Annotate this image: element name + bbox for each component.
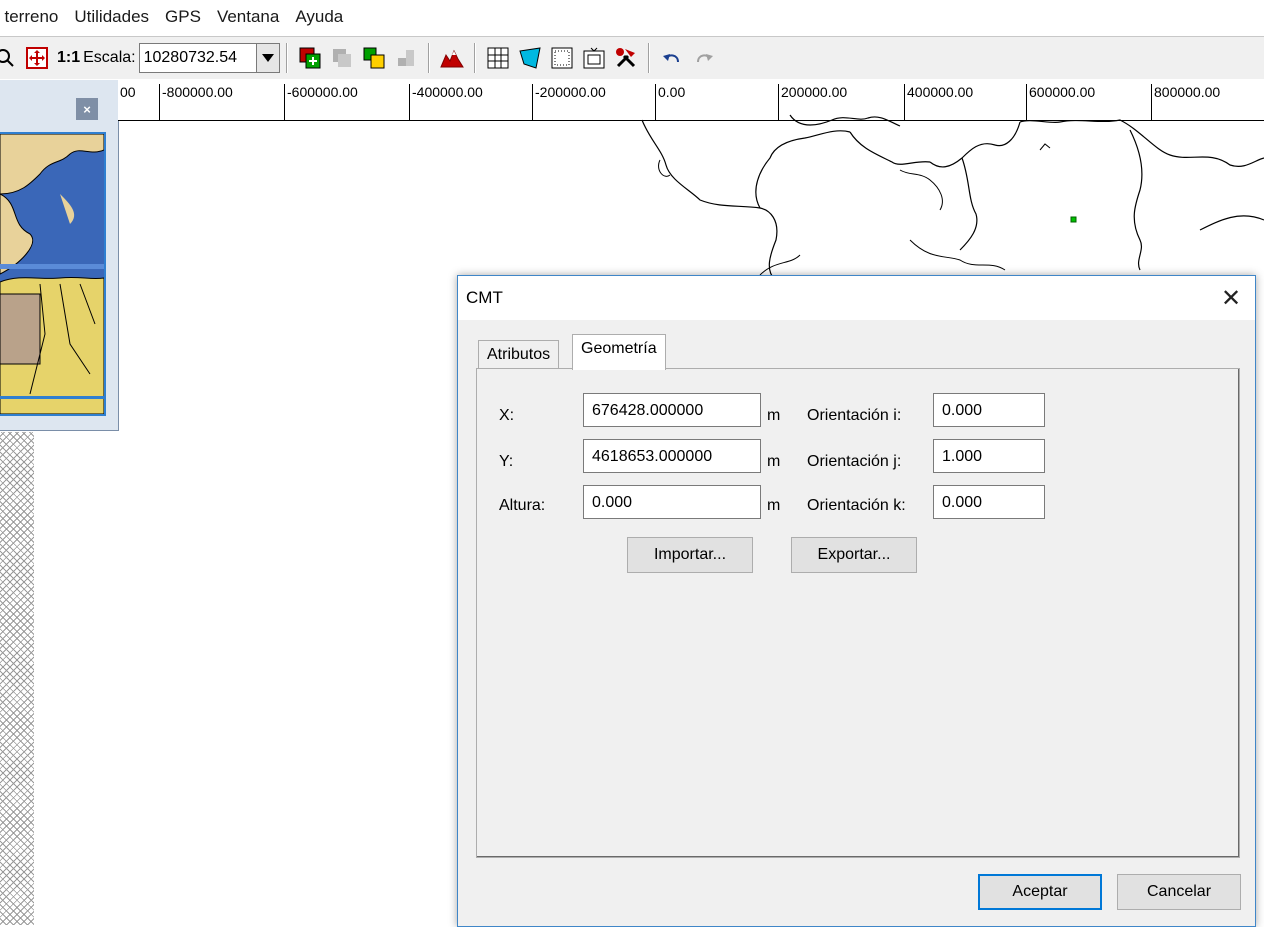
undo-icon[interactable]	[659, 45, 685, 71]
menu-ayuda[interactable]: Ayuda	[287, 7, 351, 27]
cancel-button[interactable]: Cancelar	[1117, 874, 1241, 910]
accept-button[interactable]: Aceptar	[978, 874, 1102, 910]
orientation-i-label: Orientación i:	[807, 407, 902, 424]
toolbar-separator	[647, 43, 650, 73]
toolbar-separator	[473, 43, 476, 73]
overview-close-button[interactable]: ×	[76, 98, 98, 120]
menu-terreno[interactable]: l terreno	[0, 7, 66, 27]
scale-combobox[interactable]: 10280732.54	[138, 43, 280, 73]
tab-geometria[interactable]: Geometría	[572, 334, 666, 370]
zoom-icon[interactable]	[0, 45, 18, 71]
map-canvas[interactable]	[600, 110, 1264, 280]
menu-bar: l terreno Utilidades GPS Ventana Ayuda	[0, 0, 1264, 33]
add-layer-icon[interactable]	[297, 45, 323, 71]
scale-label: Escala:	[83, 49, 136, 66]
ruler-label: -600000.00	[284, 84, 358, 120]
x-unit: m	[767, 407, 781, 424]
ruler-label: -400000.00	[409, 84, 483, 120]
close-icon[interactable]: ✕	[1217, 284, 1245, 312]
hatched-background	[0, 432, 34, 925]
tab-atributos[interactable]: Atributos	[478, 340, 560, 369]
x-field[interactable]: 676428.000000	[583, 393, 761, 427]
layer-disabled-icon[interactable]	[329, 45, 355, 71]
tools-icon[interactable]	[613, 45, 639, 71]
import-button[interactable]: Importar...	[627, 537, 753, 573]
toolbar-separator	[427, 43, 430, 73]
ruler-label: 00	[120, 84, 136, 100]
dialog-title: CMT	[466, 288, 503, 307]
ruler-label: -800000.00	[159, 84, 233, 120]
polygon-fill-icon[interactable]	[517, 45, 543, 71]
layer-order-icon[interactable]	[361, 45, 387, 71]
scale-value[interactable]: 10280732.54	[140, 49, 256, 67]
layer-stack-disabled-icon[interactable]	[393, 45, 419, 71]
toolbar-separator	[285, 43, 288, 73]
orientation-i-field[interactable]: 0.000	[933, 393, 1045, 427]
x-label: X:	[499, 407, 515, 424]
orientation-k-field[interactable]: 0.000	[933, 485, 1045, 519]
y-field[interactable]: 4618653.000000	[583, 439, 761, 473]
export-button[interactable]: Exportar...	[791, 537, 917, 573]
toolbar: 1:1 Escala: 10280732.54	[0, 36, 1264, 79]
menu-ventana[interactable]: Ventana	[209, 7, 287, 27]
overview-panel: ×	[0, 80, 119, 431]
orientation-j-label: Orientación j:	[807, 453, 902, 470]
terrain-icon[interactable]	[439, 45, 465, 71]
menu-gps[interactable]: GPS	[157, 7, 209, 27]
ruler-label: -200000.00	[532, 84, 606, 120]
dialog-titlebar[interactable]: CMT ✕	[458, 276, 1255, 320]
chevron-down-icon[interactable]	[255, 44, 279, 72]
overview-map[interactable]	[0, 132, 106, 416]
cmt-dialog: CMT ✕ Atributos Geometría X: 676428.0000…	[457, 275, 1256, 927]
y-label: Y:	[499, 453, 514, 470]
altura-label: Altura:	[499, 497, 546, 514]
scale-one-to-one-button[interactable]: 1:1	[57, 49, 80, 67]
menu-utilidades[interactable]: Utilidades	[66, 7, 157, 27]
map-point-marker	[1070, 216, 1077, 223]
grid-icon[interactable]	[485, 45, 511, 71]
orientation-k-label: Orientación k:	[807, 497, 906, 514]
dotted-grid-icon[interactable]	[549, 45, 575, 71]
geometria-panel: X: 676428.000000 m Orientación i: 0.000 …	[476, 368, 1240, 858]
pan-icon[interactable]	[24, 45, 50, 71]
redo-icon[interactable]	[691, 45, 717, 71]
altura-unit: m	[767, 497, 781, 514]
y-unit: m	[767, 453, 781, 470]
frame-icon[interactable]	[581, 45, 607, 71]
orientation-j-field[interactable]: 1.000	[933, 439, 1045, 473]
altura-field[interactable]: 0.000	[583, 485, 761, 519]
